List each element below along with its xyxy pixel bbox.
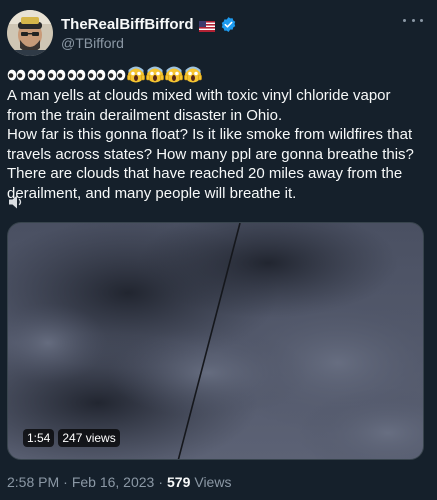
video-duration: 1:54 bbox=[23, 429, 55, 447]
views-label: Views bbox=[194, 474, 232, 490]
scream-emoji-icon bbox=[127, 65, 145, 83]
tweet-meta: 2:58 PM · Feb 16, 2023 · 579 Views bbox=[7, 474, 231, 490]
author-block: TheRealBiffBifford @TBifford bbox=[61, 14, 237, 51]
views-count: 579 bbox=[167, 474, 191, 490]
verified-badge-icon bbox=[220, 16, 237, 33]
handle[interactable]: @TBifford bbox=[61, 35, 237, 51]
tweet-time[interactable]: 2:58 PM bbox=[7, 474, 59, 490]
us-flag-icon bbox=[198, 19, 215, 32]
speaker-icon bbox=[7, 193, 25, 211]
display-name[interactable]: TheRealBiffBifford bbox=[61, 16, 194, 33]
emoji-sequence bbox=[7, 64, 202, 84]
tweet-date[interactable]: Feb 16, 2023 bbox=[72, 474, 155, 490]
meta-separator: · bbox=[63, 474, 68, 490]
meta-separator: · bbox=[158, 474, 163, 490]
more-options-icon[interactable] bbox=[403, 16, 423, 24]
video-player[interactable]: 1:54 247 views bbox=[7, 222, 424, 460]
eyes-emoji-icon bbox=[47, 68, 66, 81]
eyes-emoji-icon bbox=[67, 68, 86, 81]
eyes-emoji-icon bbox=[107, 68, 126, 81]
eyes-emoji-icon bbox=[87, 68, 106, 81]
tweet[interactable]: TheRealBiffBifford @TBifford A man yells… bbox=[0, 0, 437, 500]
scream-emoji-icon bbox=[165, 65, 183, 83]
avatar[interactable] bbox=[7, 10, 53, 56]
eyes-emoji-icon bbox=[27, 68, 46, 81]
tweet-text: A man yells at clouds mixed with toxic v… bbox=[7, 87, 414, 202]
scream-emoji-icon bbox=[184, 65, 202, 83]
video-views: 247 views bbox=[58, 429, 120, 447]
scream-emoji-icon bbox=[146, 65, 164, 83]
video-meta: 1:54 247 views bbox=[23, 429, 120, 447]
eyes-emoji-icon bbox=[7, 68, 26, 81]
